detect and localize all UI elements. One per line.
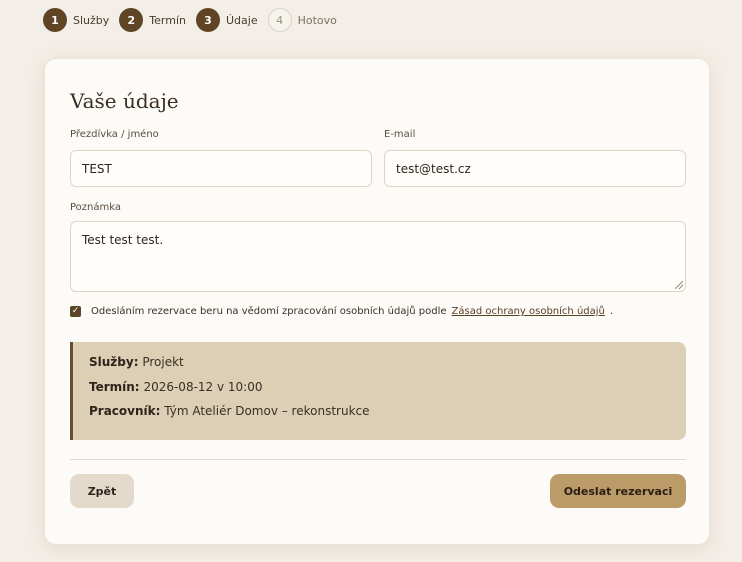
step-label: Údaje	[225, 13, 258, 27]
step-number: 4	[267, 8, 292, 32]
note-textarea[interactable]: Test test test.	[70, 221, 686, 292]
step-label: Služby	[73, 13, 110, 27]
step-number: 2	[119, 8, 144, 32]
consent-row: ✓ Odesláním rezervace beru na vědomí zpr…	[70, 306, 613, 317]
consent-checkbox[interactable]: ✓	[70, 306, 81, 317]
consent-suffix: .	[609, 306, 614, 317]
step-number: 3	[195, 8, 220, 32]
summary-worker: Pracovník: Tým Ateliér Domov – rekonstru…	[89, 404, 686, 429]
step-label: Hotovo	[297, 13, 337, 27]
note-text: Test test test.	[82, 233, 164, 247]
summary-worker-label: Pracovník:	[89, 404, 161, 418]
back-button[interactable]: Zpět	[70, 474, 134, 508]
summary-date-value: 2026-08-12 v 10:00	[143, 379, 263, 394]
step-services[interactable]: 1 Služby	[43, 8, 109, 32]
summary-date-label: Termín:	[89, 379, 140, 394]
email-input[interactable]: test@test.cz	[384, 150, 686, 187]
booking-summary: Služby: Projekt Termín: 2026-08-12 v 10:…	[70, 342, 686, 440]
step-label: Termín	[149, 13, 186, 27]
step-date[interactable]: 2 Termín	[119, 8, 186, 32]
summary-services-value: Projekt	[142, 355, 184, 369]
name-input[interactable]: TEST	[70, 150, 372, 187]
page-title: Vaše údaje	[70, 89, 179, 113]
email-label: E-mail	[384, 129, 416, 140]
consent-text: Odesláním rezervace beru na vědomí zprac…	[91, 306, 447, 317]
summary-services-label: Služby:	[89, 355, 139, 369]
privacy-policy-link[interactable]: Zásad ochrany osobních údajů	[452, 306, 605, 317]
step-number: 1	[43, 8, 67, 32]
step-done: 4 Hotovo	[267, 8, 337, 32]
submit-booking-button[interactable]: Odeslat rezervaci	[550, 474, 686, 508]
name-label: Přezdívka / jméno	[70, 129, 159, 140]
summary-date: Termín: 2026-08-12 v 10:00	[89, 380, 686, 405]
resize-handle-icon[interactable]	[675, 281, 683, 289]
divider	[70, 459, 686, 460]
booking-stepper: 1 Služby 2 Termín 3 Údaje 4 Hotovo	[43, 8, 347, 32]
summary-services: Služby: Projekt	[89, 355, 686, 380]
summary-worker-value: Tým Ateliér Domov – rekonstrukce	[164, 404, 370, 418]
note-label: Poznámka	[70, 202, 121, 213]
details-card: Vaše údaje Přezdívka / jméno TEST E-mail…	[44, 58, 710, 545]
step-details: 3 Údaje	[195, 8, 258, 32]
